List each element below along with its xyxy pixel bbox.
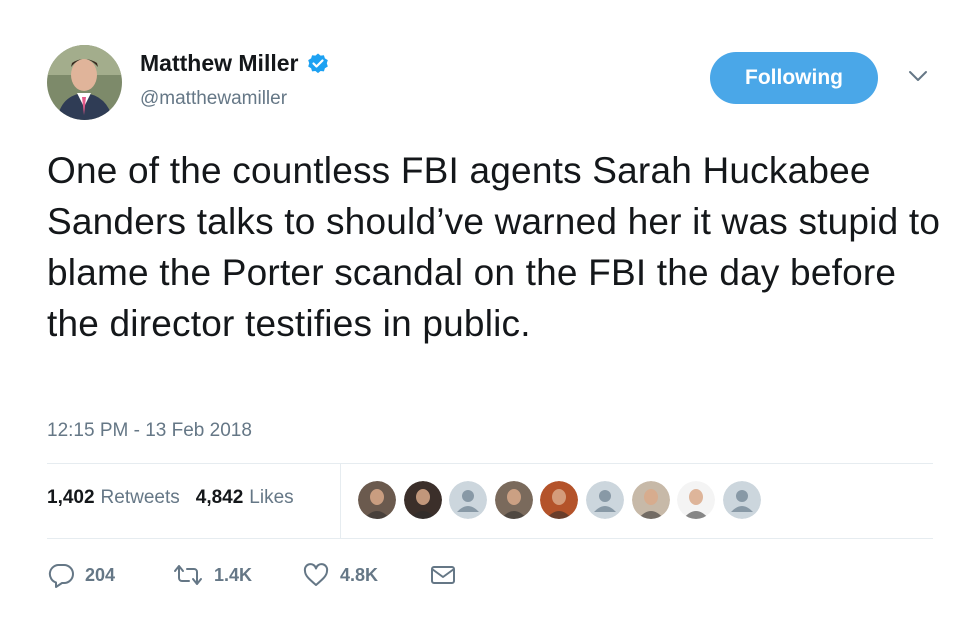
- retweet-count: 1.4K: [214, 564, 253, 585]
- liker-avatar[interactable]: [358, 481, 396, 519]
- retweets-label: Retweets: [100, 487, 180, 508]
- reply-icon: [47, 562, 75, 588]
- like-button[interactable]: 4.8K: [302, 560, 378, 590]
- author-handle[interactable]: @matthewamiller: [140, 88, 287, 110]
- liker-avatar[interactable]: [494, 481, 533, 519]
- direct-message-button[interactable]: [429, 560, 457, 590]
- tweet-timestamp[interactable]: 12:15 PM - 13 Feb 2018: [47, 420, 252, 442]
- retweet-icon: [172, 563, 204, 587]
- retweets-count: 1,402: [47, 487, 95, 508]
- likes-stat[interactable]: 4,842 Likes: [196, 487, 294, 509]
- verified-badge-icon: [306, 52, 330, 76]
- reply-count: 204: [85, 564, 116, 585]
- reply-button[interactable]: 204: [47, 560, 115, 590]
- following-button[interactable]: Following: [710, 52, 878, 104]
- like-count: 4.8K: [340, 564, 379, 585]
- liker-avatar[interactable]: [631, 481, 670, 519]
- liker-avatars: [358, 481, 768, 519]
- chevron-down-icon[interactable]: [907, 68, 929, 84]
- divider: [47, 538, 933, 539]
- envelope-icon: [429, 563, 457, 587]
- author-name-row: Matthew Miller: [140, 50, 330, 77]
- likes-label: Likes: [249, 487, 294, 508]
- likes-count: 4,842: [195, 487, 244, 508]
- liker-avatar[interactable]: [403, 481, 442, 519]
- liker-avatar[interactable]: [540, 481, 579, 519]
- tweet-card: Matthew Miller @matthewamiller Following…: [0, 0, 980, 620]
- tweet-text: One of the countless FBI agents Sarah Hu…: [47, 150, 941, 344]
- retweets-stat[interactable]: 1,402 Retweets: [47, 487, 180, 509]
- liker-avatar[interactable]: [677, 481, 716, 519]
- liker-avatar[interactable]: [449, 481, 488, 519]
- author-display-name[interactable]: Matthew Miller: [140, 50, 298, 77]
- retweet-button[interactable]: 1.4K: [172, 560, 252, 590]
- stats-divider: [340, 463, 341, 538]
- heart-icon: [302, 562, 330, 588]
- author-avatar[interactable]: [47, 45, 122, 120]
- engagement-stats: 1,402 Retweets 4,842 Likes: [47, 487, 294, 509]
- liker-avatar[interactable]: [722, 481, 761, 519]
- divider: [47, 463, 933, 464]
- liker-avatar[interactable]: [585, 481, 624, 519]
